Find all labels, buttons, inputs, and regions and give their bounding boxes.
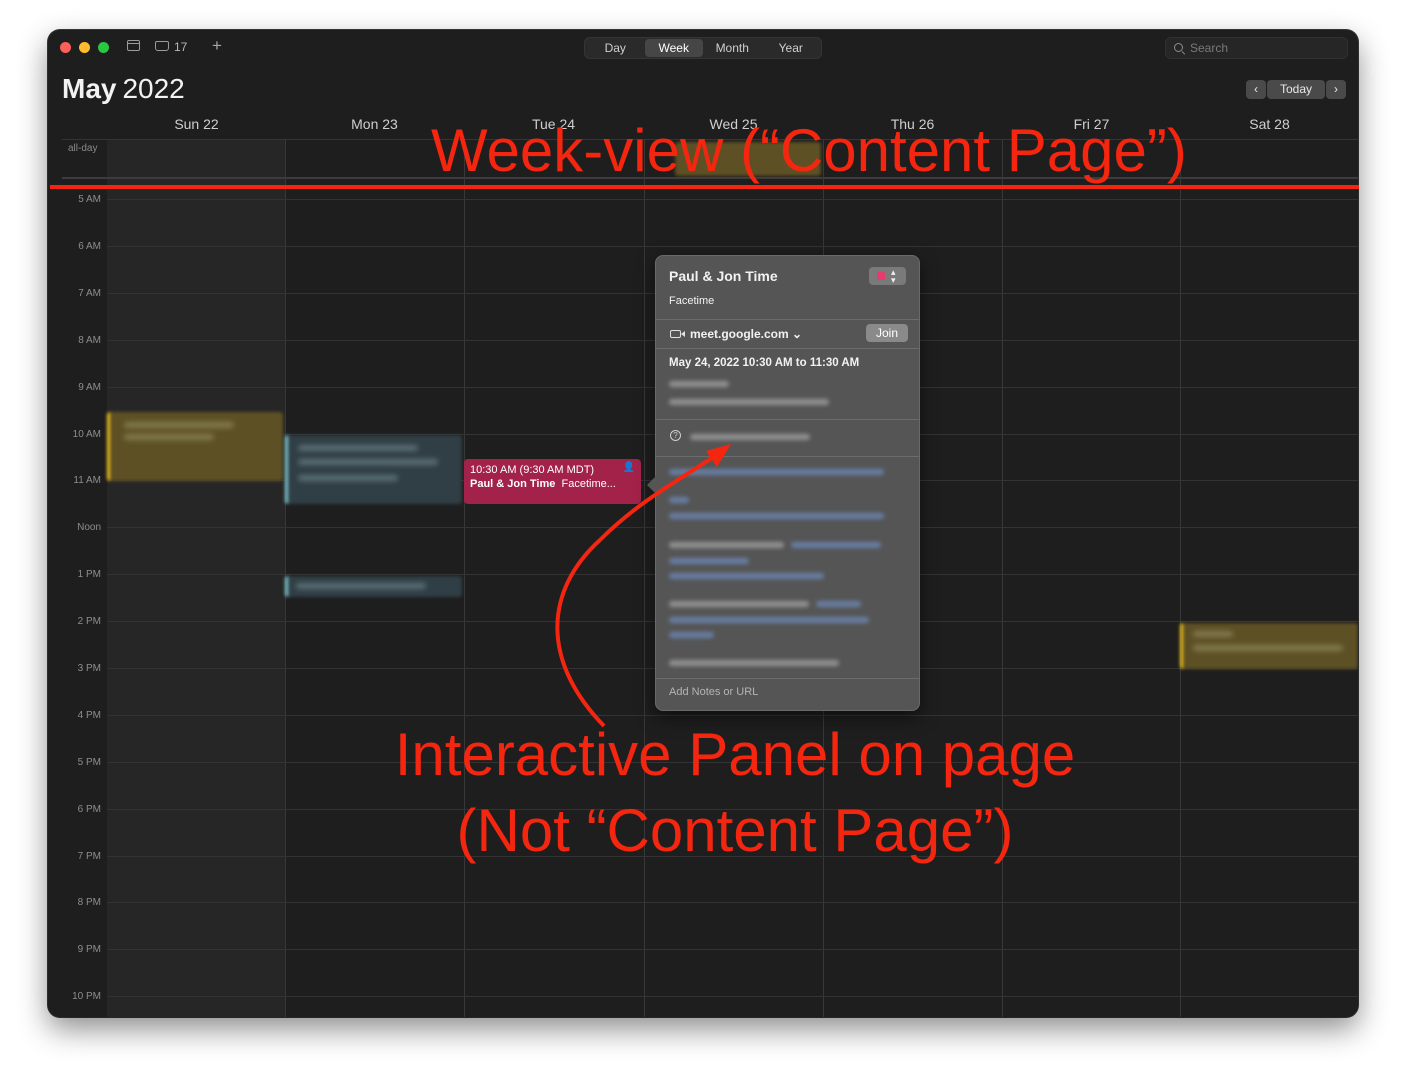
annotation-interactive-panel: Interactive Panel on page (Not “Content … [340, 717, 1130, 869]
annotation-line-2: (Not “Content Page”) [456, 797, 1014, 864]
annotation-line-1: Interactive Panel on page [394, 721, 1076, 788]
annotation-arrow-head [706, 444, 731, 467]
annotation-arrow [555, 444, 731, 728]
annotation-arrow-shaft [555, 453, 718, 728]
